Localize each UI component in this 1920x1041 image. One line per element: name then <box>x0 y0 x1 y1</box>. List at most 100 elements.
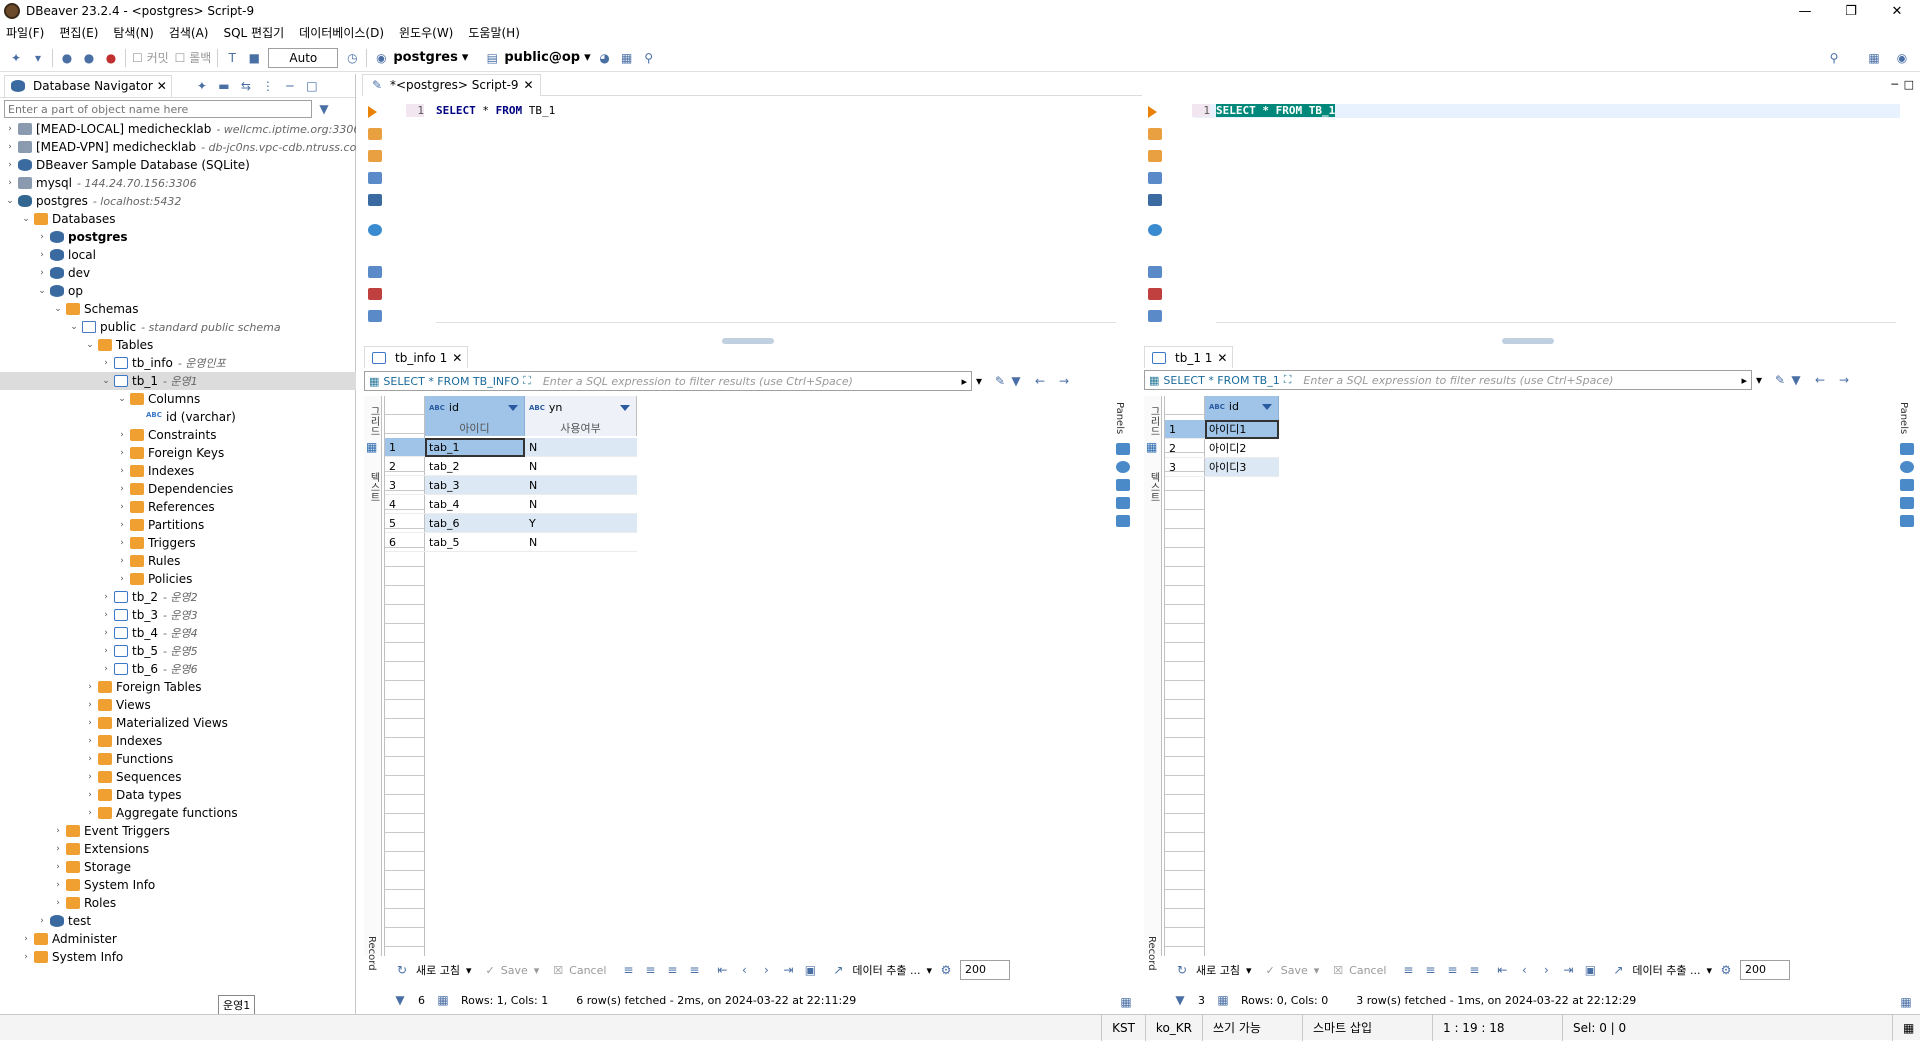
dbeaver-perspective-icon[interactable]: ◉ <box>1894 50 1910 66</box>
panel-resize-handle[interactable] <box>1502 338 1554 344</box>
edit-row-icon[interactable]: ≡ <box>620 962 636 978</box>
tree-node-db-local[interactable]: › local <box>0 246 356 264</box>
tree-node-public[interactable]: ⌄ public - standard public schema <box>0 318 356 336</box>
dropdown-icon[interactable]: ▾ <box>30 50 46 66</box>
filter-history-dropdown[interactable]: ▾ <box>976 374 982 388</box>
refresh-icon[interactable]: ↻ <box>1174 962 1190 978</box>
first-page-icon[interactable]: ⇤ <box>714 962 730 978</box>
tree-node-tb-4[interactable]: › tb_4- 운영4 <box>0 624 356 642</box>
panel-toggle-icon[interactable]: ▦ <box>1118 994 1134 1010</box>
cell-id[interactable]: tab_2 <box>425 457 525 476</box>
cell-yn[interactable]: Y <box>525 514 637 533</box>
panel-toggle-icon[interactable]: ▦ <box>1898 994 1914 1010</box>
maximize-panel-icon[interactable]: □ <box>304 78 320 94</box>
row-number[interactable]: 6 <box>385 533 425 552</box>
auto-commit-box[interactable]: Auto <box>268 47 339 68</box>
column-header-id[interactable]: ABC id <box>1205 396 1279 420</box>
row-number[interactable]: 1 <box>1165 420 1205 439</box>
cell-yn[interactable]: N <box>525 438 637 457</box>
copy-row-icon[interactable]: ≡ <box>1444 962 1460 978</box>
grouping-panel-icon[interactable] <box>1900 497 1914 510</box>
tree-node-tables[interactable]: ⌄ Tables <box>0 336 356 354</box>
add-row-icon[interactable]: ≡ <box>642 962 658 978</box>
row-number[interactable]: 2 <box>1165 439 1205 458</box>
chevron-down-icon[interactable]: ▾ <box>1314 964 1320 977</box>
settings-icon[interactable] <box>1148 224 1162 236</box>
tree-node-triggers[interactable]: › Triggers <box>0 534 356 552</box>
delete-row-icon[interactable]: ≡ <box>686 962 702 978</box>
tab-result-tb-info[interactable]: tb_info 1 ✕ <box>364 346 469 368</box>
new-connection-icon[interactable]: ✦ <box>8 50 24 66</box>
cell-yn[interactable]: N <box>525 495 637 514</box>
row-number[interactable]: 5 <box>385 514 425 533</box>
next-page-icon[interactable]: › <box>758 962 774 978</box>
chevron-down-icon[interactable]: ▾ <box>534 964 540 977</box>
output-icon[interactable] <box>368 194 382 206</box>
column-header-yn[interactable]: ABC yn 사용여부 <box>525 396 637 436</box>
menu-help[interactable]: 도움말(H) <box>468 24 520 41</box>
save-script-icon[interactable] <box>1148 310 1162 322</box>
refresh-icon[interactable]: ↻ <box>394 962 410 978</box>
history-icon[interactable]: ◷ <box>344 50 360 66</box>
references-panel-icon[interactable] <box>1900 515 1914 528</box>
cell-id[interactable]: tab_6 <box>425 514 525 533</box>
close-icon[interactable]: ✕ <box>157 79 167 93</box>
explain-plan-icon[interactable] <box>368 172 382 184</box>
grouping-panel-icon[interactable] <box>1116 497 1130 510</box>
tree-node-data-types[interactable]: › Data types <box>0 786 356 804</box>
sort-dropdown-icon[interactable] <box>1262 404 1272 410</box>
search-icon[interactable]: ⚲ <box>641 50 657 66</box>
tree-node-functions[interactable]: › Functions <box>0 750 356 768</box>
output-icon[interactable] <box>1148 194 1162 206</box>
row-number[interactable]: 2 <box>385 457 425 476</box>
link-editor-icon[interactable]: ⇆ <box>238 78 254 94</box>
minimize-panel-icon[interactable]: ─ <box>282 78 298 94</box>
tree-node-aggregate-functions[interactable]: › Aggregate functions <box>0 804 356 822</box>
tree-node-event-triggers[interactable]: › Event Triggers <box>0 822 356 840</box>
menu-navigate[interactable]: 탐색(N) <box>113 24 153 41</box>
close-icon[interactable]: ✕ <box>1217 351 1227 365</box>
back-icon[interactable]: ← <box>1812 372 1828 388</box>
tree-node-system-info-db[interactable]: › System Info <box>0 876 356 894</box>
grid-icon[interactable]: ▦ <box>366 440 377 454</box>
apply-filter-icon[interactable]: ▸ <box>961 375 967 388</box>
tree-node-foreign-keys[interactable]: › Foreign Keys <box>0 444 356 462</box>
tree-node-db-test[interactable]: › test <box>0 912 356 930</box>
prev-page-icon[interactable]: ‹ <box>736 962 752 978</box>
export-data-icon[interactable]: ↗ <box>830 962 846 978</box>
reconnect-icon[interactable]: ● <box>81 50 97 66</box>
cell-yn[interactable]: N <box>525 533 637 552</box>
eraser-icon[interactable]: ✎ <box>1772 372 1788 388</box>
eraser-icon[interactable]: ✎ <box>992 373 1008 389</box>
chevron-down-icon[interactable]: ▾ <box>1707 964 1713 977</box>
filter-history-dropdown[interactable]: ▾ <box>1756 373 1762 387</box>
chevron-down-icon[interactable]: ▾ <box>1246 964 1252 977</box>
chevron-down-icon[interactable]: ▾ <box>927 964 933 977</box>
menu-search[interactable]: 검색(A) <box>169 24 209 41</box>
text-view-label[interactable]: 텍스트 <box>1146 472 1161 502</box>
cell-id[interactable]: tab_5 <box>425 533 525 552</box>
grid-icon[interactable]: ▦ <box>1146 440 1157 454</box>
lock-icon[interactable]: ■ <box>246 50 262 66</box>
copy-row-icon[interactable]: ≡ <box>664 962 680 978</box>
erd-icon[interactable]: ▦ <box>619 50 635 66</box>
sort-dropdown-icon[interactable] <box>508 405 518 411</box>
tab-result-tb-1[interactable]: tb_1 1 ✕ <box>1144 346 1234 368</box>
last-page-icon[interactable]: ⇥ <box>1560 962 1576 978</box>
minimize-button[interactable]: — <box>1782 0 1828 22</box>
gear-icon[interactable]: ⚙ <box>1718 962 1734 978</box>
search-global-icon[interactable]: ⚲ <box>1826 50 1842 66</box>
save-script-icon[interactable] <box>368 310 382 322</box>
disconnect-icon[interactable]: ● <box>103 50 119 66</box>
metadata-panel-icon[interactable] <box>1900 461 1914 474</box>
row-number[interactable]: 1 <box>385 438 425 457</box>
tree-node-postgres-conn[interactable]: ⌄ postgres - localhost:5432 <box>0 192 356 210</box>
filter-icon[interactable]: ▼ <box>316 101 332 117</box>
dashboard-icon[interactable]: ◕ <box>597 50 613 66</box>
panel-toggle-icon[interactable] <box>1900 443 1914 456</box>
tree-node-tb-6[interactable]: › tb_6- 운영6 <box>0 660 356 678</box>
tree-node-db-postgres[interactable]: › postgres <box>0 228 356 246</box>
tree-node-extensions[interactable]: › Extensions <box>0 840 356 858</box>
next-page-icon[interactable]: › <box>1538 962 1554 978</box>
tree-node-views[interactable]: › Views <box>0 696 356 714</box>
